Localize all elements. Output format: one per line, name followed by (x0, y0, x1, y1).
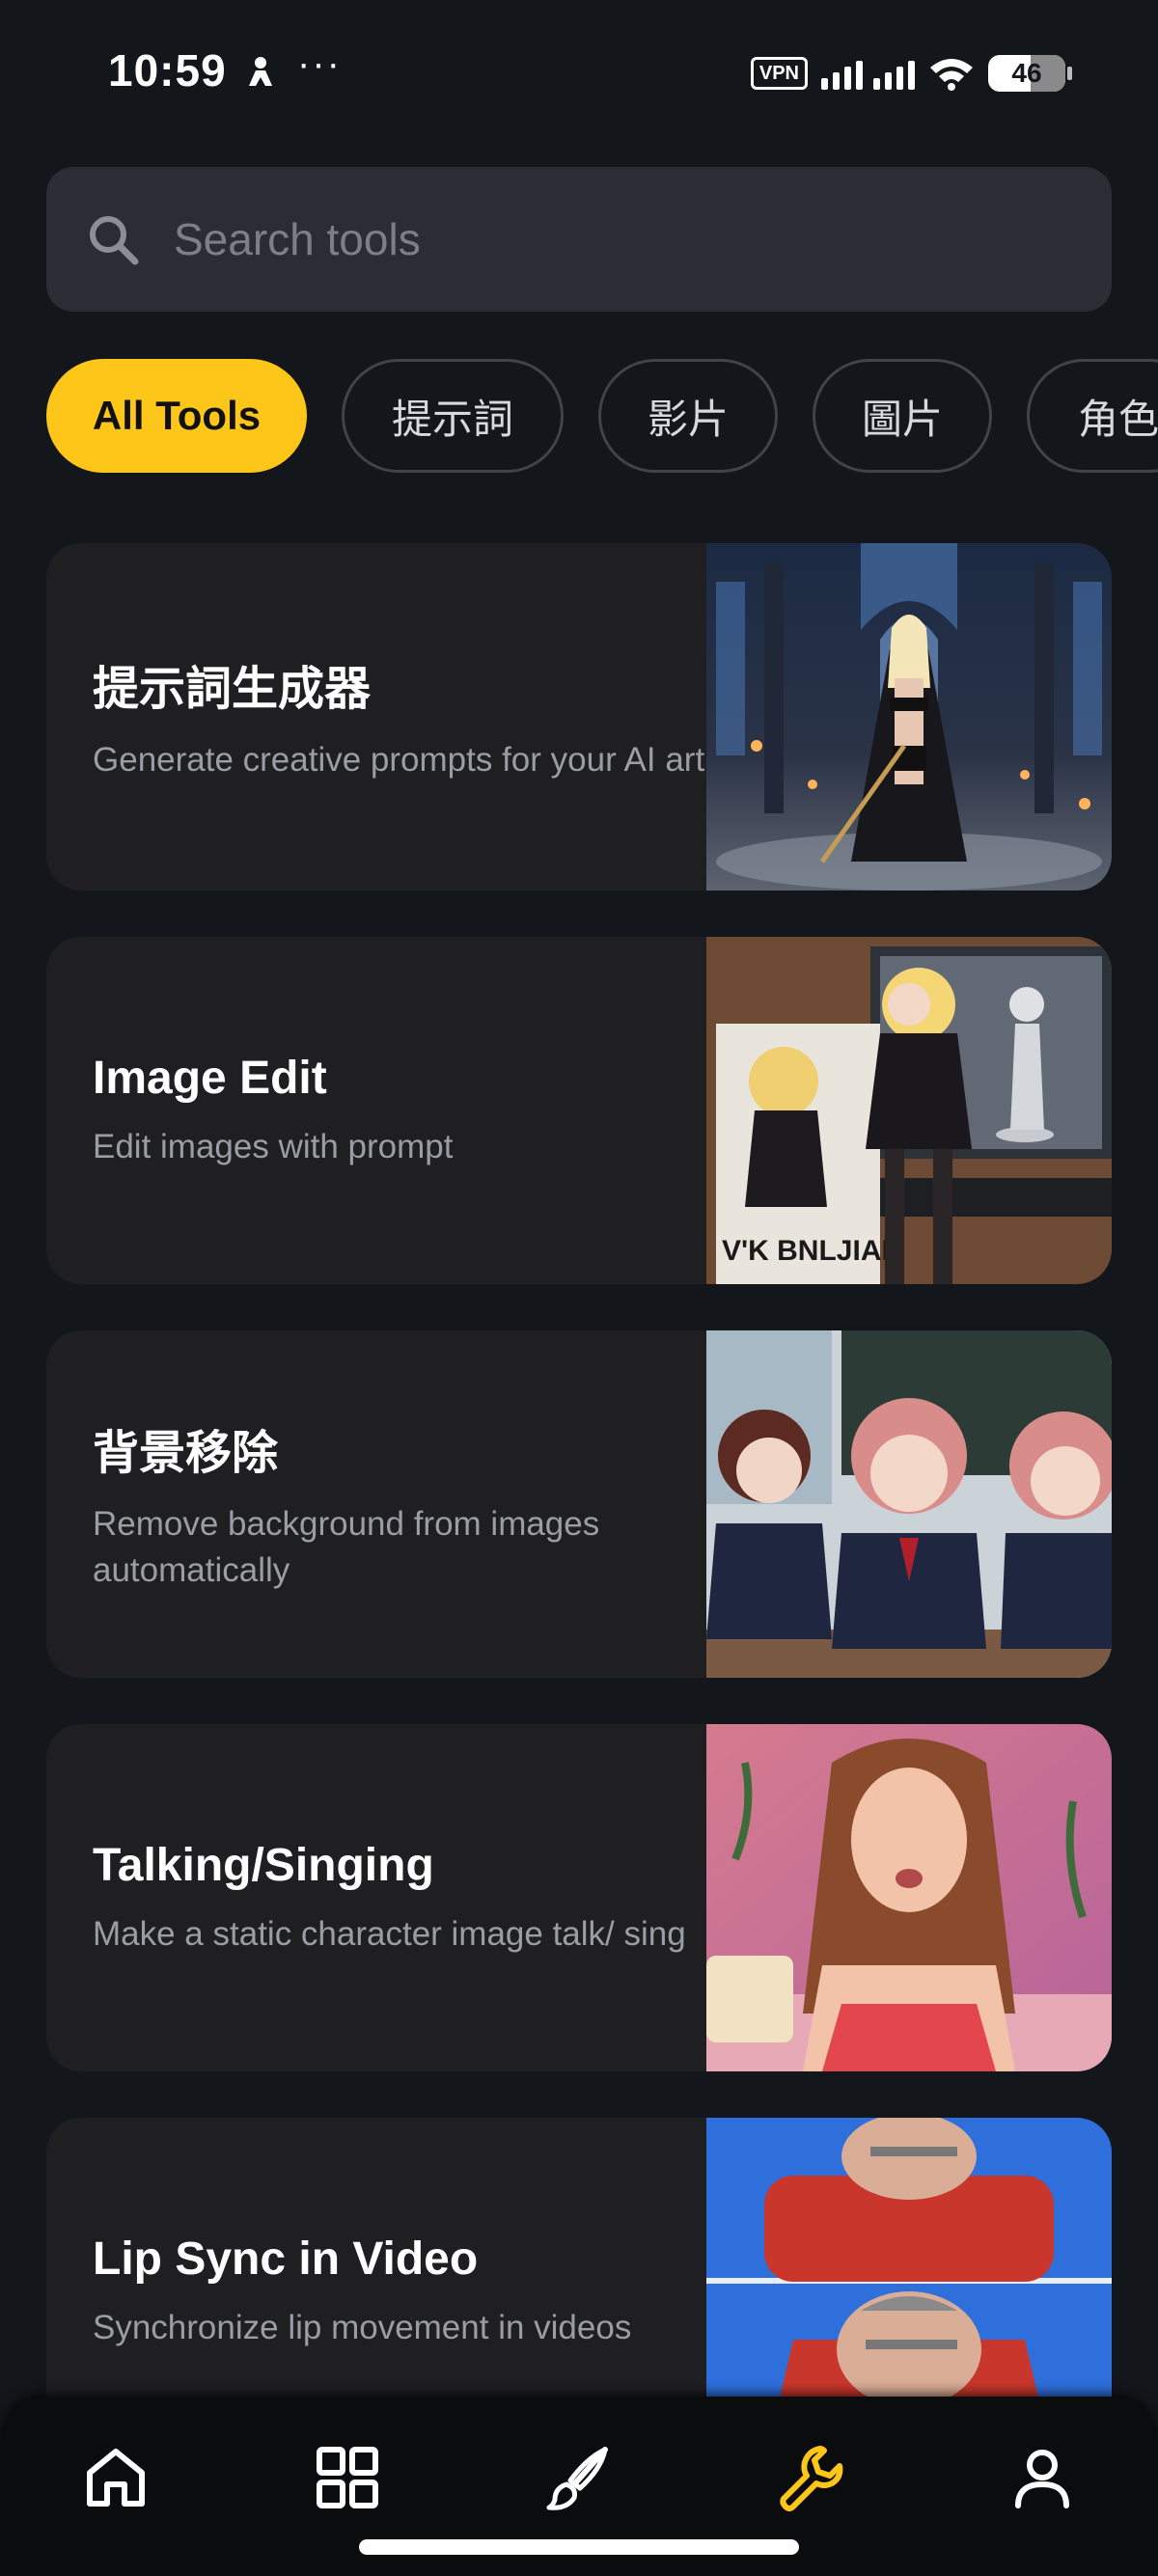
thumbnail-gothic-warrior (706, 543, 1112, 891)
wrench-icon (780, 2446, 843, 2511)
nav-gallery[interactable] (301, 2431, 394, 2524)
thumbnail-singing-woman (706, 1724, 1112, 2071)
person-icon (249, 57, 272, 86)
card-description: Edit images with prompt (93, 1127, 454, 1165)
nav-home[interactable] (69, 2431, 162, 2524)
search-input[interactable]: Search tools (174, 213, 421, 265)
card-text: 提示詞生成器 Generate creative prompts for you… (93, 543, 710, 891)
status-icons: VPN 46 (750, 52, 1072, 95)
status-time: 10:59 (108, 45, 227, 96)
more-dots: ··· (297, 42, 342, 85)
tool-card-background-removal[interactable]: 背景移除 Remove background from images autom… (46, 1330, 1112, 1678)
card-title: Talking/Singing (93, 1839, 434, 1891)
chip-image[interactable]: 圖片 (813, 359, 992, 473)
home-indicator[interactable] (359, 2539, 799, 2555)
card-title: Image Edit (93, 1052, 327, 1104)
card-title: 提示詞生成器 (93, 664, 372, 715)
chip-prompts[interactable]: 提示詞 (342, 359, 564, 473)
chip-character[interactable]: 角色 (1027, 359, 1158, 473)
card-title: 背景移除 (93, 1428, 279, 1479)
tools-screen: 10:59 ··· VPN 46 Search tools All Tools … (0, 0, 1158, 2576)
nav-create[interactable] (533, 2431, 625, 2524)
card-description: Generate creative prompts for your AI ar… (93, 741, 705, 779)
grid-icon (317, 2447, 378, 2508)
card-text: Image Edit Edit images with prompt (93, 937, 710, 1284)
chip-video[interactable]: 影片 (598, 359, 778, 473)
tool-card-prompt-generator[interactable]: 提示詞生成器 Generate creative prompts for you… (46, 543, 1112, 891)
home-icon (87, 2449, 145, 2507)
chip-all-tools[interactable]: All Tools (46, 359, 307, 473)
card-description: Remove background from images automatica… (93, 1505, 600, 1589)
wifi-icon (930, 59, 973, 91)
card-description: Synchronize lip movement in videos (93, 2308, 632, 2346)
search-icon (90, 216, 139, 265)
svg-text:V'K BNLJIAN: V'K BNLJIAN (722, 1235, 902, 1267)
nav-profile[interactable] (996, 2431, 1089, 2524)
brush-icon (546, 2447, 608, 2510)
tool-card-image-edit[interactable]: Image Edit Edit images with prompt V'K B… (46, 937, 1112, 1284)
battery-icon: 46 (988, 55, 1072, 92)
card-text: 背景移除 Remove background from images autom… (93, 1330, 710, 1678)
status-bar: 10:59 ··· VPN 46 (0, 0, 1158, 145)
category-chips: All Tools 提示詞 影片 圖片 角色 (46, 359, 1158, 473)
vpn-badge: VPN (750, 57, 808, 90)
card-description: Make a static character image talk/ sing (93, 1914, 686, 1953)
thumbnail-figure-box: V'K BNLJIAN (706, 937, 1112, 1284)
card-text: Talking/Singing Make a static character … (93, 1724, 710, 2071)
search-bar[interactable]: Search tools (46, 167, 1112, 312)
thumbnail-students (706, 1330, 1112, 1678)
nav-tools[interactable] (764, 2431, 857, 2524)
tool-card-talking-singing[interactable]: Talking/Singing Make a static character … (46, 1724, 1112, 2071)
user-icon (1015, 2450, 1069, 2508)
battery-level: 46 (1011, 58, 1042, 88)
signal-icon (821, 57, 915, 90)
card-title: Lip Sync in Video (93, 2233, 479, 2285)
